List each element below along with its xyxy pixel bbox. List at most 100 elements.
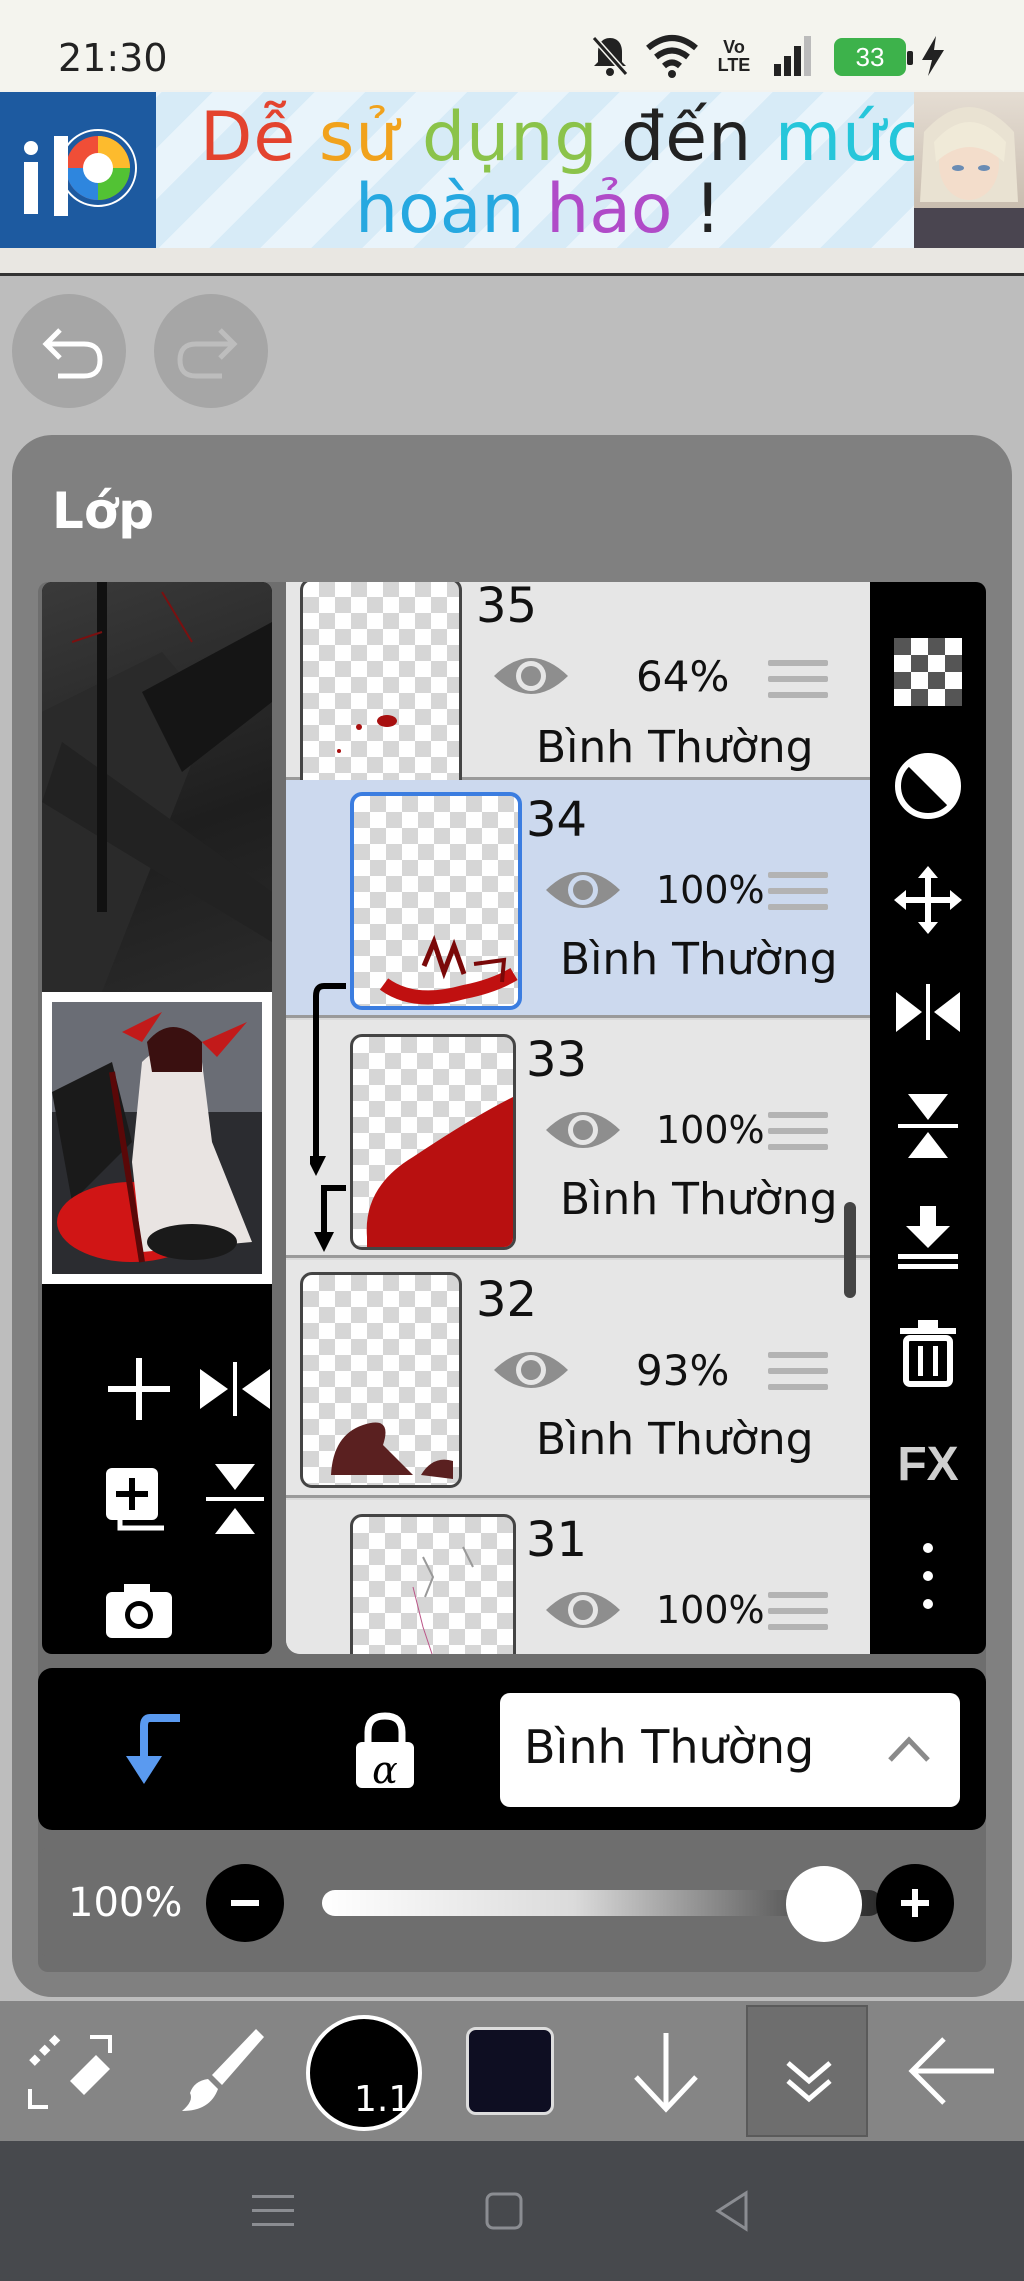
eye-icon[interactable] xyxy=(490,650,572,702)
eraser-swap-icon xyxy=(28,2034,112,2109)
drag-handle-icon[interactable] xyxy=(768,1592,828,1638)
layer-row-35[interactable]: 35 64% Bình Thường xyxy=(286,582,870,794)
layer-number: 31 xyxy=(526,1512,588,1568)
signal-icon xyxy=(774,36,811,76)
layer-opacity: 100% xyxy=(656,1108,765,1152)
color-swatch-button[interactable] xyxy=(466,2027,554,2115)
tool-selection-button[interactable] xyxy=(18,2019,122,2123)
clipping-button[interactable] xyxy=(110,1706,200,1796)
layer-thumbnail[interactable] xyxy=(300,1272,462,1488)
flip-layer-horizontal-button[interactable] xyxy=(870,956,986,1068)
arrow-down-icon xyxy=(634,2033,698,2113)
drag-handle-icon[interactable] xyxy=(768,1352,828,1398)
flip-layer-vertical-button[interactable] xyxy=(870,1070,986,1182)
merge-down-button[interactable] xyxy=(870,1182,986,1294)
system-nav-bar xyxy=(0,2141,1024,2281)
panel-title: Lớp xyxy=(52,482,155,540)
layer-blend-mode: Bình Thường xyxy=(560,934,838,985)
plus-icon xyxy=(108,1358,170,1420)
undo-icon xyxy=(42,328,103,379)
layer-row-34[interactable]: 34 100% Bình Thường xyxy=(286,780,870,1018)
layer-opacity: 64% xyxy=(636,652,730,701)
flip-vertical-button[interactable] xyxy=(190,1454,272,1544)
arrow-left-icon xyxy=(908,2037,994,2105)
layer-blend-mode: Bình Thường xyxy=(560,1174,838,1225)
layer-row-32[interactable]: 32 93% Bình Thường xyxy=(286,1260,870,1498)
layer-thumbnail[interactable] xyxy=(350,792,522,1010)
wifi-icon xyxy=(646,35,698,78)
brush-tool-button[interactable] xyxy=(170,2019,274,2123)
opacity-slider-handle[interactable] xyxy=(786,1866,862,1942)
layers-toggle-button[interactable] xyxy=(746,2005,868,2137)
undo-button[interactable] xyxy=(12,294,126,408)
opacity-increase-button[interactable] xyxy=(876,1864,954,1942)
redo-icon xyxy=(177,328,238,379)
alpha-lock-button[interactable]: α xyxy=(340,1706,430,1796)
eye-icon[interactable] xyxy=(490,1344,572,1396)
opacity-value: 100% xyxy=(68,1880,183,1926)
flip-horizontal-icon xyxy=(200,1362,270,1416)
layer-thumbnail[interactable] xyxy=(350,1034,516,1250)
flip-horizontal-button[interactable] xyxy=(190,1344,272,1434)
add-layer-button[interactable] xyxy=(94,1344,184,1434)
layer-row-31[interactable]: 31 100% xyxy=(286,1500,870,1654)
ad-divider xyxy=(0,248,1024,276)
eye-icon[interactable] xyxy=(542,1584,624,1636)
layer-list[interactable]: 35 64% Bình Thường 34 100% Bình Thường 3… xyxy=(286,582,870,1654)
layer-blend-mode: Bình Thường xyxy=(536,722,814,773)
double-chevron-down-icon xyxy=(786,2061,832,2103)
canvas-thumbnail[interactable] xyxy=(52,1002,262,1274)
back-button[interactable] xyxy=(900,2019,1004,2123)
layer-opacity: 93% xyxy=(636,1346,730,1395)
move-button[interactable] xyxy=(870,844,986,956)
brush-icon xyxy=(182,2029,264,2111)
ad-banner[interactable]: Dễ sử dụng đến mức hoàn hảo ! xyxy=(0,92,1024,249)
camera-button[interactable] xyxy=(94,1564,184,1654)
layer-number: 34 xyxy=(526,792,588,848)
checkerboard-icon xyxy=(894,638,962,706)
drag-handle-icon[interactable] xyxy=(768,1112,828,1158)
delete-layer-button[interactable] xyxy=(870,1296,986,1408)
layer-preview-column xyxy=(42,582,272,1654)
layer-thumbnail[interactable] xyxy=(350,1514,516,1654)
more-vertical-icon xyxy=(923,1543,933,1609)
layer-number: 33 xyxy=(526,1032,588,1088)
layer-blend-mode: Bình Thường xyxy=(536,1414,814,1465)
back-nav-icon[interactable] xyxy=(712,2189,752,2233)
ad-headline-1: Dễ sử dụng đến mức xyxy=(200,98,925,177)
contrast-icon xyxy=(895,753,961,819)
ibispaint-logo xyxy=(0,92,156,248)
transparency-button[interactable] xyxy=(870,616,986,728)
layer-down-button[interactable] xyxy=(614,2019,718,2123)
ad-character-image xyxy=(914,92,1024,248)
flip-vertical-icon xyxy=(206,1464,264,1534)
clipping-arrow-icon xyxy=(310,983,346,1252)
layer-opacity: 100% xyxy=(656,868,765,912)
layer-number: 32 xyxy=(476,1272,538,1328)
flip-vertical-icon xyxy=(898,1094,958,1158)
duplicate-layer-button[interactable] xyxy=(94,1454,184,1544)
redo-button[interactable] xyxy=(154,294,268,408)
eye-icon[interactable] xyxy=(542,1104,624,1156)
more-options-button[interactable] xyxy=(870,1520,986,1632)
charging-icon xyxy=(922,36,944,76)
layer-list-scrollbar[interactable] xyxy=(844,1202,856,1298)
home-icon[interactable] xyxy=(484,2191,524,2231)
flip-horizontal-icon xyxy=(896,984,960,1040)
clipping-icon xyxy=(126,1714,180,1784)
drag-handle-icon[interactable] xyxy=(768,872,828,918)
layer-row-33[interactable]: 33 100% Bình Thường xyxy=(286,1020,870,1258)
chevron-up-icon xyxy=(888,1736,930,1762)
layer-thumbnail[interactable] xyxy=(300,582,462,794)
brush-size-button[interactable]: 1.1 xyxy=(306,2015,422,2131)
status-bar: 21:30 Vo LTE 33 xyxy=(0,0,1024,90)
fx-button[interactable]: FX xyxy=(870,1408,986,1520)
eye-icon[interactable] xyxy=(542,864,624,916)
drag-handle-icon[interactable] xyxy=(768,660,828,706)
clock: 21:30 xyxy=(58,36,168,80)
volte-icon: Vo LTE xyxy=(717,37,751,75)
invert-button[interactable] xyxy=(870,730,986,842)
opacity-decrease-button[interactable] xyxy=(206,1864,284,1942)
move-icon xyxy=(894,866,962,934)
menu-icon[interactable] xyxy=(250,2191,296,2231)
